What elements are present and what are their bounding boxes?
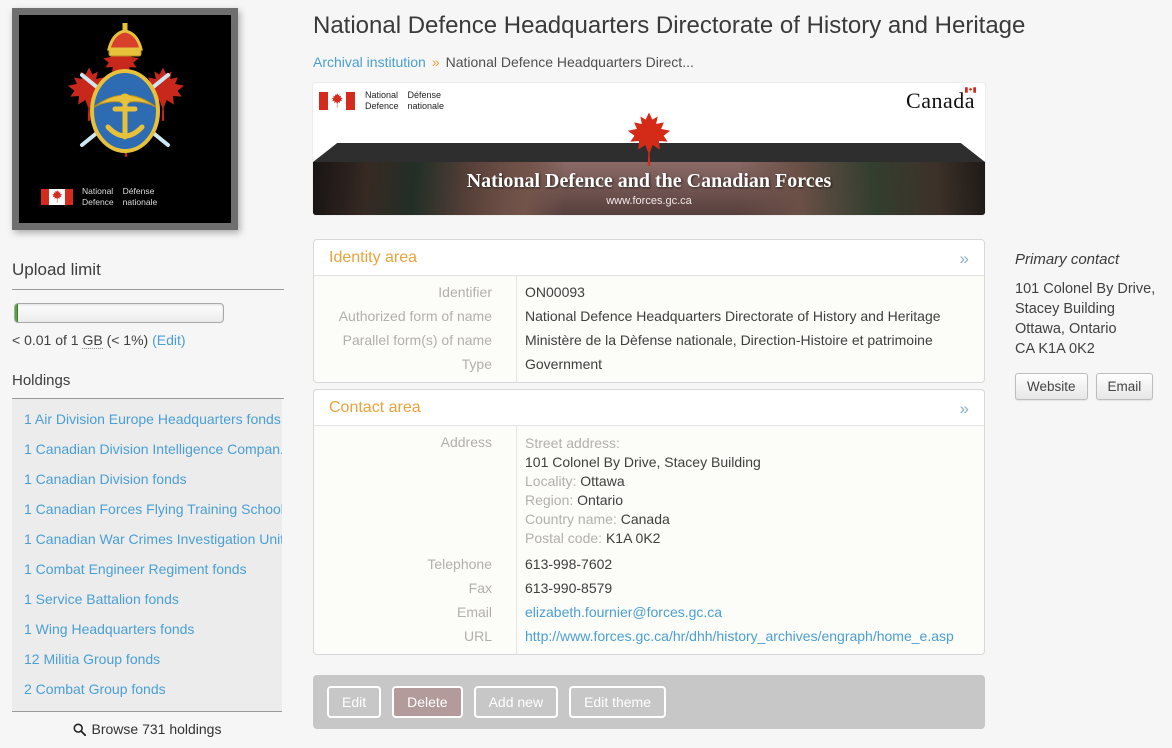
edit-theme-button[interactable]: Edit theme: [569, 686, 666, 718]
email-link[interactable]: elizabeth.fournier@forces.gc.ca: [525, 604, 722, 620]
primary-contact-heading: Primary contact: [1015, 251, 1165, 268]
identity-area-heading: Identity area: [329, 249, 417, 267]
left-sidebar: NationalDefence Défensenationale Upload …: [12, 8, 284, 737]
telephone-field-row: Telephone 613-998-7602: [314, 552, 984, 576]
institution-logo: NationalDefence Défensenationale: [12, 8, 238, 230]
holding-link[interactable]: 1 Canadian Forces Flying Training School…: [12, 494, 282, 524]
identity-area-section: Identity area » Identifier ON00093 Autho…: [313, 239, 985, 383]
page-title: National Defence Headquarters Directorat…: [313, 12, 985, 40]
field-row: Authorized form of name National Defence…: [314, 304, 984, 328]
holding-link[interactable]: 1 Wing Headquarters fonds: [12, 614, 282, 644]
gb-tooltip-term: GB: [82, 332, 102, 349]
holding-link[interactable]: 1 Combat Engineer Regiment fonds: [12, 554, 282, 584]
website-url-link[interactable]: http://www.forces.gc.ca/hr/dhh/history_a…: [525, 628, 954, 644]
breadcrumb: Archival institution » National Defence He…: [313, 54, 985, 70]
fip-english: NationalDefence: [365, 90, 399, 112]
website-button[interactable]: Website: [1015, 373, 1088, 400]
upload-limit-heading: Upload limit: [12, 260, 284, 280]
fax-field-row: Fax 613-990-8579: [314, 576, 984, 600]
canada-flag-icon: [41, 189, 73, 205]
contact-area-body: Address Street address: 101 Colonel By D…: [314, 425, 984, 654]
browse-holdings-link[interactable]: Browse 731 holdings: [12, 721, 282, 737]
breadcrumb-archival-institution-link[interactable]: Archival institution: [313, 54, 426, 70]
canada-flag-icon: [319, 92, 355, 110]
holding-link[interactable]: 2 Combat Group fonds: [12, 674, 282, 704]
breadcrumb-current: National Defence Headquarters Direct...: [446, 54, 694, 70]
institution-banner: NationalDefence Défensenationale Canada …: [313, 83, 985, 215]
holding-link[interactable]: 12 Militia Group fonds: [12, 644, 282, 674]
context-sidebar: Primary contact 101 Colonel By Drive, St…: [1015, 251, 1165, 400]
holding-link[interactable]: 1 Canadian Division fonds: [12, 464, 282, 494]
identity-area-header: Identity area »: [314, 240, 984, 275]
fip-english: NationalDefence: [82, 186, 114, 207]
upload-usage-text: < 0.01 of 1 GB (< 1%) (Edit): [12, 332, 284, 348]
banner-fip-signature: NationalDefence Défensenationale: [319, 90, 444, 112]
fip-french: Défensenationale: [408, 90, 445, 112]
holding-link[interactable]: 1 Air Division Europe Headquarters fonds: [12, 404, 282, 434]
contact-area-header: Contact area »: [314, 390, 984, 425]
url-field-row: URL http://www.forces.gc.ca/hr/dhh/histo…: [314, 624, 984, 648]
actions-toolbar: Edit Delete Add new Edit theme: [313, 675, 985, 729]
email-field-row: Email elizabeth.fournier@forces.gc.ca: [314, 600, 984, 624]
maple-leaf-icon: [618, 109, 680, 173]
contact-area-heading: Contact area: [329, 399, 421, 417]
add-new-button[interactable]: Add new: [474, 686, 558, 718]
canada-flag-icon: [965, 87, 976, 93]
upload-progress-bar: [14, 303, 224, 323]
expand-chevron-icon[interactable]: »: [960, 400, 969, 417]
banner-strip-url: www.forces.gc.ca: [313, 195, 985, 207]
email-button[interactable]: Email: [1096, 373, 1154, 400]
canada-wordmark: Canada: [906, 88, 975, 114]
address-value: Street address: 101 Colonel By Drive, St…: [504, 430, 761, 552]
archival-institution-page: NationalDefence Défensenationale Upload …: [0, 0, 1172, 748]
identity-area-body: Identifier ON00093 Authorized form of na…: [314, 275, 984, 382]
address-field-row: Address Street address: 101 Colonel By D…: [314, 430, 984, 552]
breadcrumb-separator-icon: »: [432, 54, 440, 70]
field-row: Parallel form(s) of name Ministère de la…: [314, 328, 984, 352]
field-row: Identifier ON00093: [314, 280, 984, 304]
primary-contact-address: 101 Colonel By Drive, Stacey Building Ot…: [1015, 279, 1165, 359]
holding-link[interactable]: 1 Canadian Division Intelligence Compan.…: [12, 434, 282, 464]
fip-french: Défensenationale: [123, 186, 158, 207]
logo-fip-signature: NationalDefence Défensenationale: [41, 186, 157, 207]
expand-chevron-icon[interactable]: »: [960, 250, 969, 267]
holding-link[interactable]: 1 Service Battalion fonds: [12, 584, 282, 614]
delete-button[interactable]: Delete: [392, 686, 462, 718]
search-icon: [73, 723, 86, 736]
holdings-heading: Holdings: [12, 372, 284, 389]
banner-strip-title: National Defence and the Canadian Forces: [313, 170, 985, 193]
divider: [12, 289, 284, 290]
edit-upload-limit-link[interactable]: (Edit): [152, 332, 185, 348]
canadian-forces-crest-icon: [50, 23, 200, 183]
upload-progress-fill: [15, 304, 18, 322]
holdings-list: 1 Air Division Europe Headquarters fonds…: [12, 399, 282, 712]
contact-area-section: Contact area » Address Street address: 1…: [313, 389, 985, 655]
main-content: National Defence Headquarters Directorat…: [313, 12, 985, 729]
field-row: Type Government: [314, 352, 984, 376]
edit-button[interactable]: Edit: [327, 686, 381, 718]
holding-link[interactable]: 1 Canadian War Crimes Investigation Unit…: [12, 524, 282, 554]
